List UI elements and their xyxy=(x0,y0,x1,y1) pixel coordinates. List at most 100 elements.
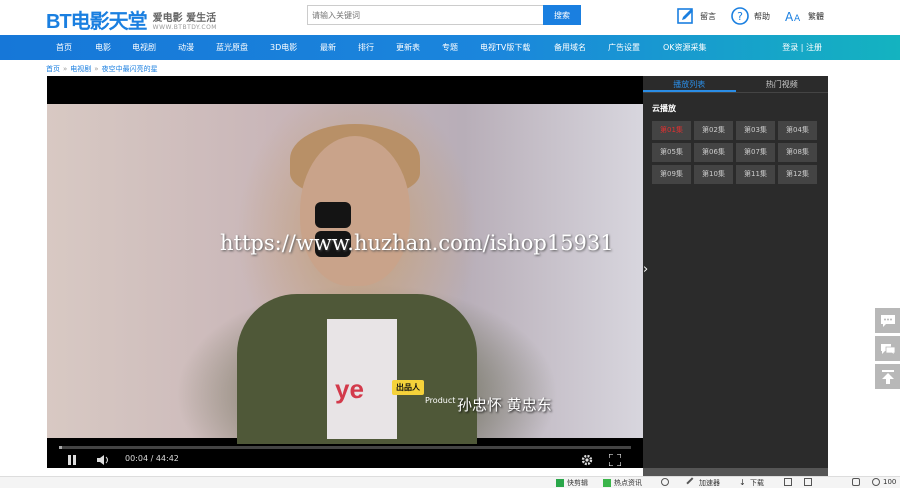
nav-item-movies[interactable]: 电影 xyxy=(95,42,111,53)
current-time: 00:04 xyxy=(125,454,149,463)
episode-button[interactable]: 第11集 xyxy=(736,165,775,184)
source-label: 云播放 xyxy=(652,104,676,113)
episode-button[interactable]: 第04集 xyxy=(778,121,817,140)
breadcrumb-separator: » xyxy=(63,65,68,73)
feedback-icon xyxy=(880,343,895,356)
status-label: 快剪辑 xyxy=(567,479,588,487)
breadcrumb-home[interactable]: 首页 xyxy=(46,65,60,73)
episode-button[interactable]: 第03集 xyxy=(736,121,775,140)
register-link[interactable]: 注册 xyxy=(806,43,822,52)
breadcrumb-current[interactable]: 夜空中最闪亮的星 xyxy=(102,65,158,73)
volume-button[interactable] xyxy=(97,455,109,465)
collapse-arrow[interactable]: › xyxy=(643,262,648,277)
fullscreen-button[interactable] xyxy=(609,454,621,466)
episode-button[interactable]: 第06集 xyxy=(694,143,733,162)
progress-bar[interactable] xyxy=(59,446,631,449)
main-nav: 首页 电影 电视剧 动漫 蓝光原盘 3D电影 最新 排行 更新表 专题 电视TV… xyxy=(0,35,900,60)
status-page[interactable] xyxy=(784,478,795,486)
status-pages[interactable] xyxy=(804,478,815,486)
search-button[interactable]: 搜索 xyxy=(543,5,581,25)
search-bar: 搜索 xyxy=(307,5,581,25)
chat-icon xyxy=(880,314,895,327)
episode-button[interactable]: 第01集 xyxy=(652,121,691,140)
episode-button[interactable]: 第02集 xyxy=(694,121,733,140)
svg-text:A: A xyxy=(794,14,801,24)
edit-icon xyxy=(676,6,696,26)
sound-icon xyxy=(852,478,860,486)
episode-button[interactable]: 第12集 xyxy=(778,165,817,184)
logo-slogan: 爱电影 爱生活 xyxy=(152,12,217,24)
status-hot-news[interactable]: 热点资讯 xyxy=(603,478,642,488)
help-link[interactable]: ? 帮助 xyxy=(730,6,770,26)
logo-text: BT电影天堂 xyxy=(46,11,148,33)
credit-badge: 出品人 xyxy=(392,380,424,395)
status-label: 下载 xyxy=(750,479,764,487)
panel-scrollbar[interactable] xyxy=(643,468,828,476)
news-icon xyxy=(603,479,611,487)
status-zoom[interactable]: 100 xyxy=(872,478,896,486)
chat-float-button[interactable] xyxy=(875,308,900,333)
auth-links: 登录 | 注册 xyxy=(782,42,822,53)
search-input[interactable] xyxy=(307,5,543,25)
message-label: 留言 xyxy=(700,11,716,21)
episode-button[interactable]: 第05集 xyxy=(652,143,691,162)
breadcrumb-category[interactable]: 电视剧 xyxy=(70,65,91,73)
font-icon: AA xyxy=(784,6,804,26)
traditional-label: 繁體 xyxy=(808,11,824,21)
site-logo[interactable]: BT电影天堂 爱电影 爱生活 WWW.BTBTDY.COM xyxy=(46,5,217,34)
episode-button[interactable]: 第09集 xyxy=(652,165,691,184)
tab-hot-videos[interactable]: 热门视频 xyxy=(736,76,829,92)
back-to-top-button[interactable] xyxy=(875,364,900,389)
browser-statusbar: 快剪辑 热点资讯 加速器 ↓ 下载 100 xyxy=(0,476,900,489)
login-link[interactable]: 登录 xyxy=(782,43,798,52)
episode-button[interactable]: 第08集 xyxy=(778,143,817,162)
header-tools: 留言 ? 帮助 AA 繁體 xyxy=(676,6,838,26)
nav-item-ad-settings[interactable]: 广告设置 xyxy=(608,42,640,53)
video-shirt-text: ye xyxy=(335,374,364,404)
nav-item-ok-resources[interactable]: OK资源采集 xyxy=(663,42,707,53)
status-accelerator[interactable]: 加速器 xyxy=(686,477,720,489)
message-link[interactable]: 留言 xyxy=(676,6,716,26)
nav-item-latest[interactable]: 最新 xyxy=(320,42,336,53)
nav-item-ranking[interactable]: 排行 xyxy=(358,42,374,53)
status-label: 100 xyxy=(883,478,897,486)
breadcrumb-separator: » xyxy=(94,65,99,73)
page-icon xyxy=(804,478,812,486)
video-subtitle: 孙忠怀 黄忠东 xyxy=(457,396,552,414)
nav-item-bluray[interactable]: 蓝光原盘 xyxy=(216,42,248,53)
nav-item-anime[interactable]: 动漫 xyxy=(178,42,194,53)
nav-item-tv[interactable]: 电视剧 xyxy=(132,42,156,53)
status-quick-edit[interactable]: 快剪辑 xyxy=(556,478,588,488)
playlist-panel: 播放列表 热门视频 云播放 第01集 第02集 第03集 第04集 第05集 第06集 第0… xyxy=(643,76,828,468)
video-frame[interactable]: ye 出品人 Product 孙忠怀 黄忠东 xyxy=(47,104,643,444)
episode-button[interactable]: 第07集 xyxy=(736,143,775,162)
fullscreen-icon xyxy=(609,454,621,466)
nav-item-backup-domain[interactable]: 备用域名 xyxy=(554,42,586,53)
duration: 44:42 xyxy=(155,454,179,463)
nav-item-home[interactable]: 首页 xyxy=(56,42,72,53)
status-download[interactable]: ↓ 下载 xyxy=(739,478,764,488)
arrow-up-icon xyxy=(881,369,894,384)
settings-button[interactable] xyxy=(581,454,593,466)
feedback-float-button[interactable] xyxy=(875,336,900,361)
pause-button[interactable] xyxy=(67,455,77,465)
video-figure-sunglasses xyxy=(315,202,397,257)
site-header: BT电影天堂 爱电影 爱生活 WWW.BTBTDY.COM 搜索 留言 ? 帮助… xyxy=(0,0,900,34)
nav-item-3d[interactable]: 3D电影 xyxy=(270,42,297,53)
help-label: 帮助 xyxy=(754,11,770,21)
traditional-chinese-link[interactable]: AA 繁體 xyxy=(784,6,824,26)
credit-badge-sub: Product xyxy=(425,396,456,405)
svg-text:?: ? xyxy=(737,10,743,23)
zoom-icon xyxy=(872,478,880,486)
status-swirl[interactable] xyxy=(661,478,672,486)
nav-item-schedule[interactable]: 更新表 xyxy=(396,42,420,53)
nav-item-topics[interactable]: 专题 xyxy=(442,42,458,53)
logo-tagline: 爱电影 爱生活 WWW.BTBTDY.COM xyxy=(153,9,217,31)
video-player[interactable]: ye 出品人 Product 孙忠怀 黄忠东 https://www.huzha… xyxy=(47,76,643,468)
episode-button[interactable]: 第10集 xyxy=(694,165,733,184)
pause-icon xyxy=(68,455,76,465)
nav-item-tv-download[interactable]: 电视TV版下载 xyxy=(480,42,530,53)
tab-playlist[interactable]: 播放列表 xyxy=(643,76,736,92)
status-sound[interactable] xyxy=(852,478,863,486)
page-icon xyxy=(784,478,792,486)
